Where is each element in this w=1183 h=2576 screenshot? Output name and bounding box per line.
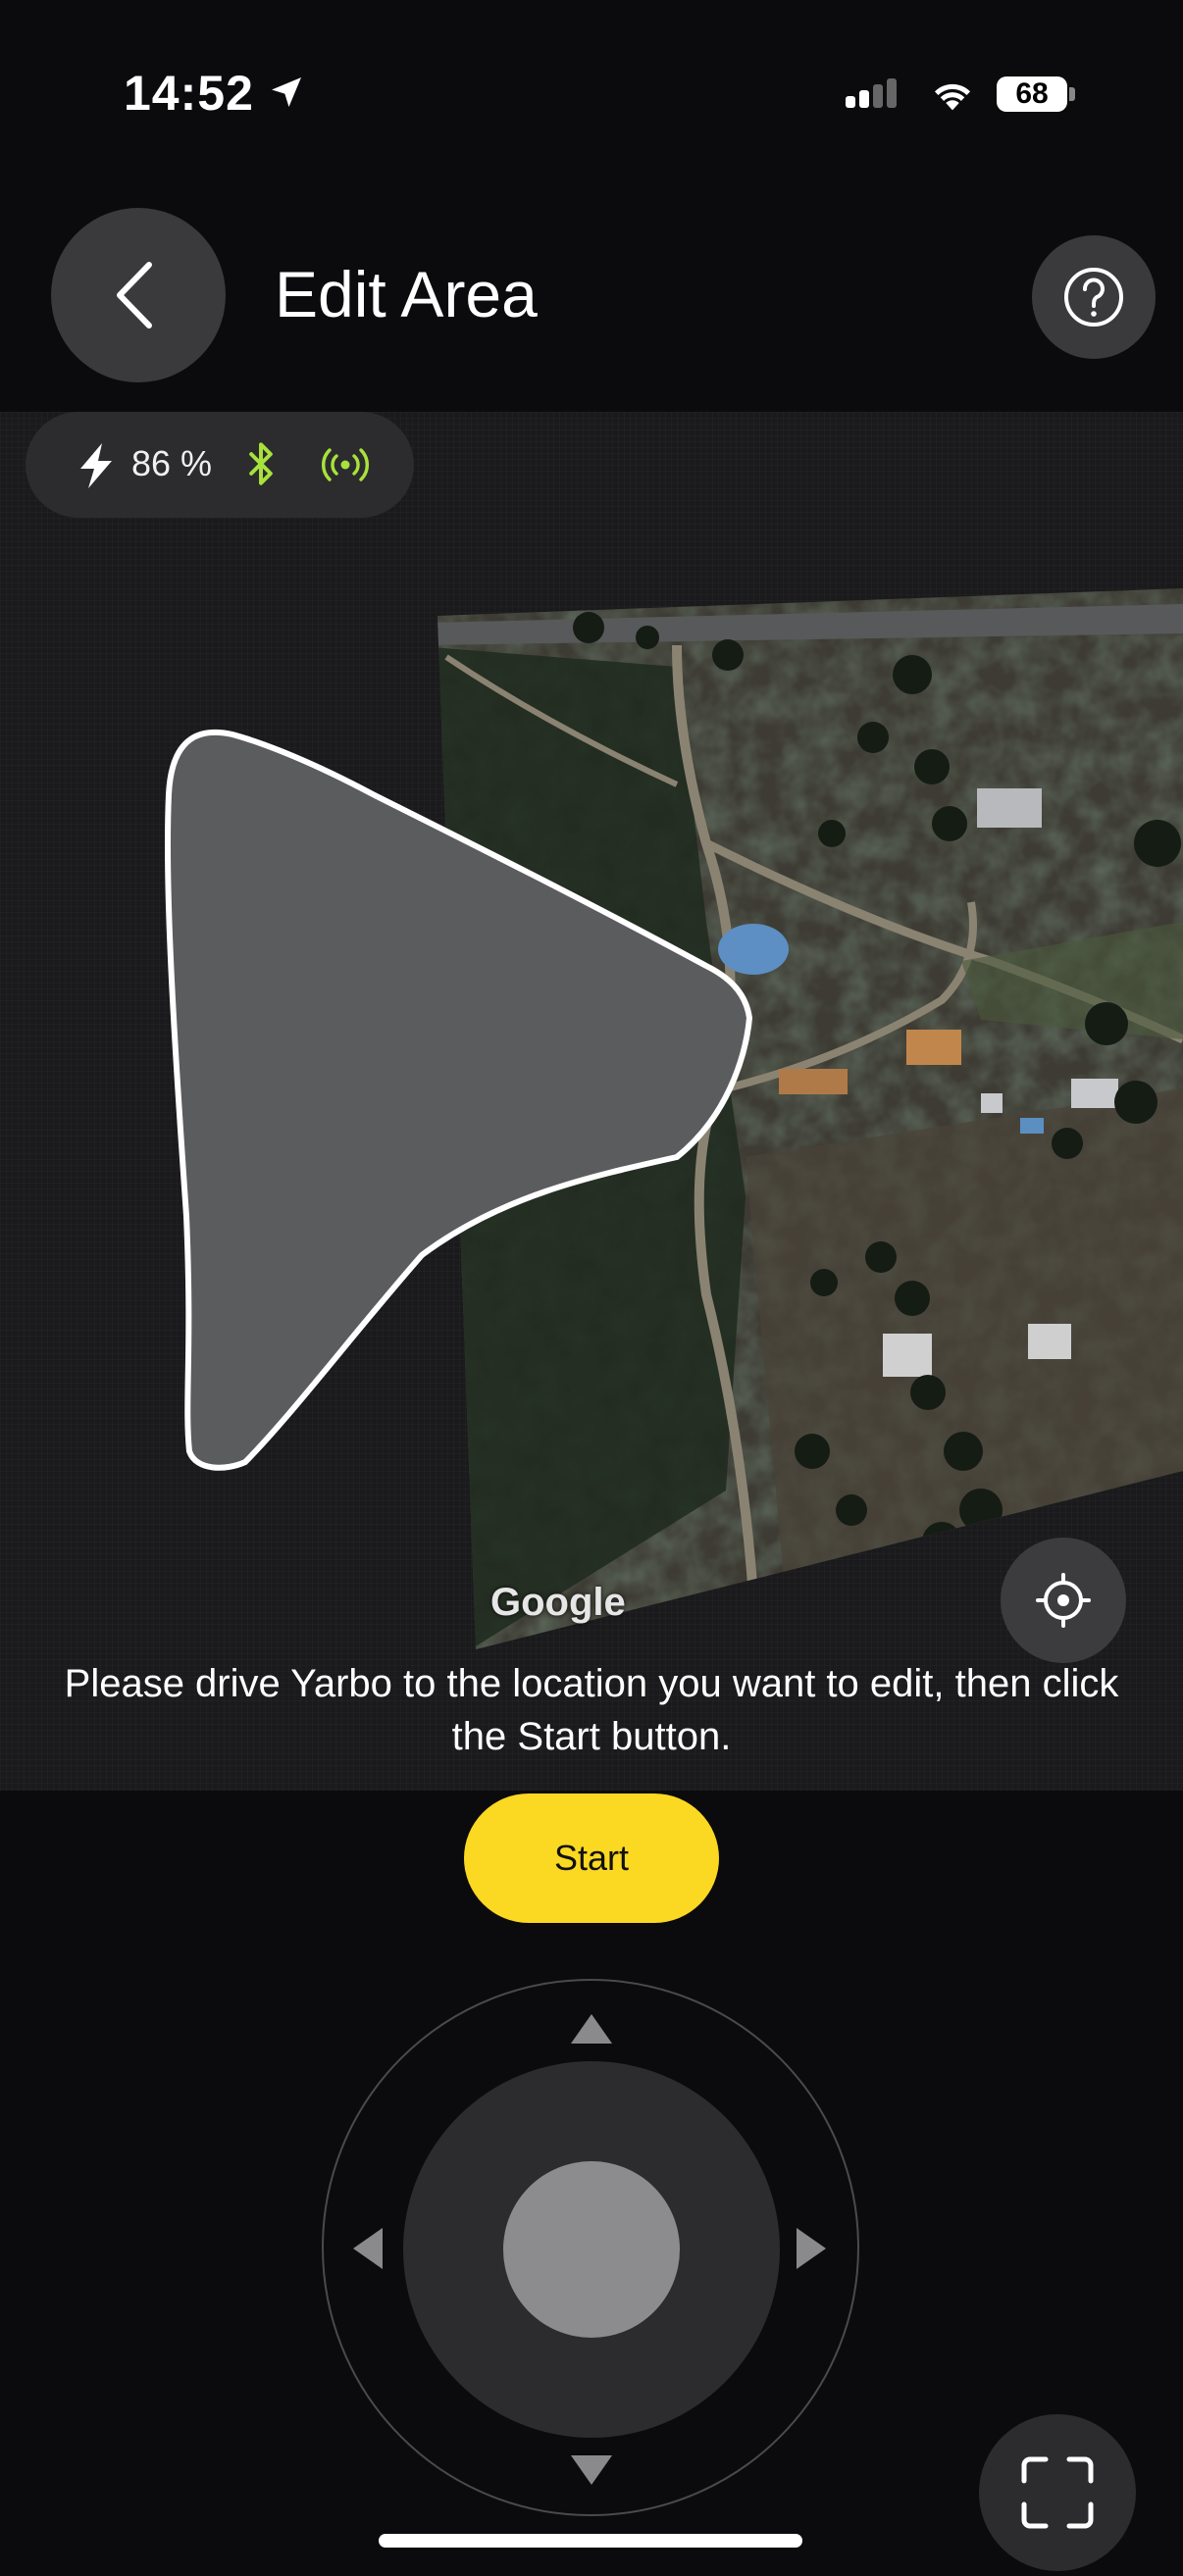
arrow-right-icon[interactable] — [793, 2224, 830, 2273]
start-button[interactable]: Start — [464, 1793, 719, 1923]
crosshair-locate-icon — [1036, 1573, 1091, 1628]
signal-broadcast-icon — [322, 448, 369, 481]
wifi-icon — [934, 83, 971, 111]
fullscreen-button[interactable] — [979, 2414, 1136, 2571]
fullscreen-icon — [1021, 2456, 1094, 2529]
location-arrow-icon — [272, 77, 301, 107]
back-button[interactable] — [51, 208, 226, 382]
joystick-knob[interactable] — [503, 2161, 680, 2338]
chevron-left-icon — [117, 262, 152, 328]
bluetooth-icon — [249, 442, 273, 485]
help-button[interactable] — [1032, 235, 1156, 359]
arrow-down-icon[interactable] — [567, 2451, 616, 2489]
device-status-pill — [26, 412, 414, 518]
locate-button[interactable] — [1001, 1538, 1126, 1663]
battery-tip — [1069, 87, 1075, 101]
status-time: 14:52 — [124, 66, 254, 121]
arrow-left-icon[interactable] — [349, 2224, 386, 2273]
mower-battery-percent: 86 % — [131, 443, 213, 483]
arrow-up-icon[interactable] — [567, 2010, 616, 2047]
page-title: Edit Area — [275, 258, 538, 330]
question-circle-icon — [1064, 268, 1123, 327]
google-attribution: Google — [490, 1581, 626, 1624]
home-indicator[interactable] — [379, 2534, 802, 2548]
battery-icon: 68 — [997, 76, 1067, 112]
instruction-text: Please drive Yarbo to the location you w… — [64, 1662, 1119, 1758]
charging-bolt-icon — [80, 443, 112, 488]
